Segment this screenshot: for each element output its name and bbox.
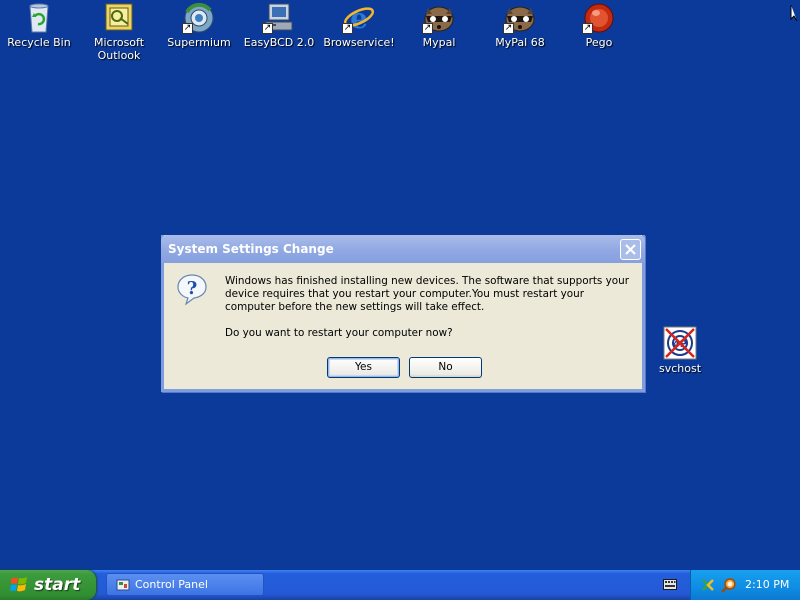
- mypal68-icon: ↗: [503, 2, 537, 34]
- outlook-icon: [102, 2, 136, 34]
- network-icon[interactable]: [700, 577, 716, 593]
- keyboard-icon[interactable]: [663, 579, 677, 590]
- system-tray: 2:10 PM: [690, 570, 800, 600]
- desktop-icon-label: svchost: [658, 362, 702, 375]
- desktop-icon-recycle-bin[interactable]: Recycle Bin: [0, 2, 78, 49]
- yes-button[interactable]: Yes: [327, 357, 400, 378]
- shortcut-arrow-icon: ↗: [503, 23, 514, 34]
- no-button[interactable]: No: [409, 357, 482, 378]
- control-panel-icon: [116, 578, 130, 592]
- shortcut-arrow-icon: ↗: [342, 23, 353, 34]
- desktop-icon-label: Browservice!: [323, 36, 395, 49]
- start-button[interactable]: start: [0, 570, 96, 600]
- taskbar-item-label: Control Panel: [135, 578, 208, 591]
- windows-logo-icon: [10, 576, 28, 594]
- shortcut-arrow-icon: ↗: [262, 23, 273, 34]
- dialog-message: Windows has finished installing new devi…: [225, 275, 629, 313]
- desktop-icon-outlook[interactable]: Microsoft Outlook: [80, 2, 158, 62]
- desktop-icon-label: Recycle Bin: [7, 36, 71, 49]
- dialog-title: System Settings Change: [168, 242, 334, 256]
- easybcd-icon: ↗: [262, 2, 296, 34]
- dialog-body: ? Windows has finished installing new de…: [164, 263, 642, 389]
- ie-icon: e ↗: [342, 2, 376, 35]
- desktop-icon-label-line2: Outlook: [97, 49, 141, 62]
- shortcut-arrow-icon: ↗: [182, 23, 193, 34]
- desktop-icon-mypal68[interactable]: ↗ MyPal 68: [481, 2, 559, 49]
- desktop-icon-supermium[interactable]: ↗ Supermium: [160, 2, 238, 49]
- clock: 2:10 PM: [745, 578, 790, 591]
- desktop-icon-label: EasyBCD 2.0: [243, 36, 315, 49]
- pego-icon: ↗: [582, 2, 616, 34]
- desktop-icon-pego[interactable]: ↗ Pego: [560, 2, 638, 49]
- taskbar-item-control-panel[interactable]: Control Panel: [106, 573, 264, 596]
- close-icon: [625, 244, 636, 255]
- question-icon: ?: [176, 273, 208, 306]
- system-settings-change-dialog: System Settings Change ? Windows has fin…: [161, 235, 645, 392]
- start-label: start: [34, 575, 81, 595]
- desktop-icon-label: Supermium: [167, 36, 231, 49]
- dialog-titlebar[interactable]: System Settings Change: [161, 235, 645, 263]
- desktop-icon-label: Pego: [585, 36, 613, 49]
- desktop-icon-easybcd[interactable]: ↗ EasyBCD 2.0: [240, 2, 318, 49]
- taskbar: start Control Panel 2:10 PM: [0, 570, 800, 600]
- shortcut-arrow-icon: ↗: [422, 23, 433, 34]
- dialog-question: Do you want to restart your computer now…: [225, 327, 453, 339]
- desktop-icon-label: Microsoft: [93, 36, 145, 49]
- svg-text:?: ?: [187, 278, 198, 299]
- recycle-bin-icon: [22, 2, 56, 34]
- supermium-icon: ↗: [182, 2, 216, 34]
- svchost-icon: 4P: [663, 326, 697, 360]
- shortcut-arrow-icon: ↗: [582, 23, 593, 34]
- search-icon[interactable]: [721, 577, 737, 593]
- desktop-icon-svchost[interactable]: 4P svchost: [656, 326, 704, 375]
- desktop-icon-mypal[interactable]: ↗ Mypal: [400, 2, 478, 49]
- desktop-icon-label: MyPal 68: [495, 36, 545, 49]
- dialog-close-button[interactable]: [620, 239, 641, 260]
- desktop-icon-browservice[interactable]: e ↗ Browservice!: [320, 2, 398, 49]
- mypal-icon: ↗: [422, 2, 456, 34]
- cursor-icon: [790, 4, 798, 22]
- desktop-icon-label: Mypal: [422, 36, 456, 49]
